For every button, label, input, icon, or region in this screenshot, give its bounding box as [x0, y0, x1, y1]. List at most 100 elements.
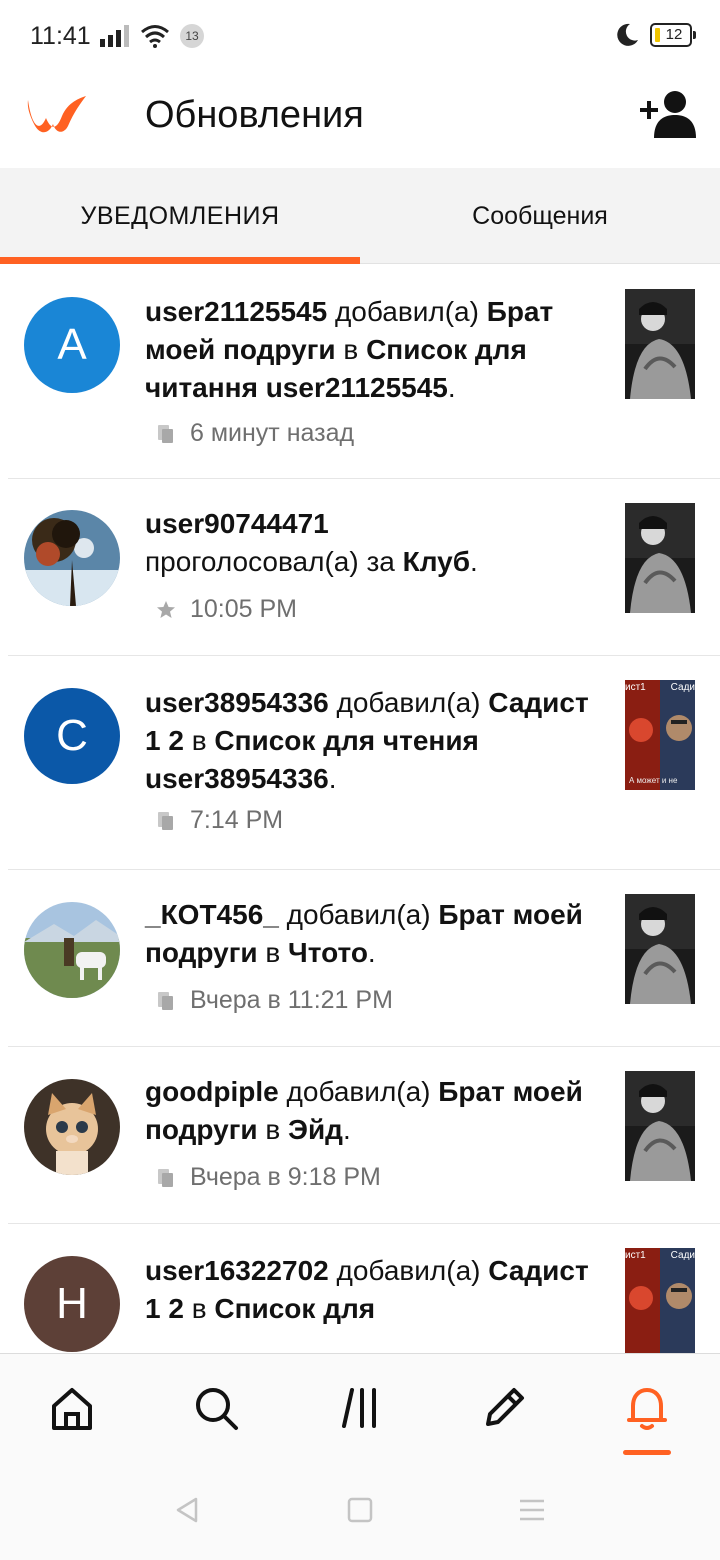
- timestamp: 7:14 PM: [190, 806, 284, 834]
- reading-list-name[interactable]: Список для: [214, 1293, 375, 1324]
- pencil-icon[interactable]: [480, 1384, 528, 1432]
- meta-row: 10:05 PM: [156, 595, 297, 624]
- meta-row: 6 минут назад: [156, 419, 354, 448]
- active-nav-indicator: [623, 1450, 671, 1455]
- story-cover[interactable]: [625, 503, 695, 613]
- back-icon[interactable]: [172, 1495, 202, 1525]
- recents-icon[interactable]: [517, 1495, 547, 1525]
- suffix: .: [328, 763, 337, 794]
- bell-icon[interactable]: [623, 1384, 671, 1432]
- username[interactable]: user38954336: [145, 687, 329, 718]
- meta-row: Вчера в 11:21 PM: [156, 986, 393, 1015]
- notification-text: user16322702 добавил(а) Садист 1 2 в Спи…: [145, 1252, 595, 1328]
- bottom-navigation: [0, 1353, 720, 1465]
- tab-notifications[interactable]: УВЕДОМЛЕНИЯ: [0, 168, 360, 264]
- reading-list-name[interactable]: Эйд: [288, 1114, 343, 1145]
- story-cover[interactable]: [625, 289, 695, 399]
- cover-image: [625, 680, 695, 790]
- action-text: проголосовал(а) за: [145, 546, 395, 577]
- action-text: добавил(а): [286, 899, 431, 930]
- star-icon: [157, 600, 175, 618]
- list-item[interactable]: A user21125545 добавил(а) Брат моей подр…: [8, 265, 720, 479]
- reading-list-name[interactable]: Чтото: [288, 937, 368, 968]
- notification-text: user21125545 добавил(а) Брат моей подруг…: [145, 293, 595, 407]
- home-icon[interactable]: [48, 1384, 96, 1432]
- notification-text: user90744471 проголосовал(а) за Клуб.: [145, 505, 595, 581]
- avatar[interactable]: A: [24, 297, 120, 393]
- story-cover[interactable]: [625, 1071, 695, 1181]
- username[interactable]: user21125545: [145, 296, 327, 327]
- signal-icon: [100, 25, 129, 47]
- cover-image: [625, 289, 695, 399]
- list-item[interactable]: _КОТ456_ добавил(а) Брат моей подруги в …: [8, 870, 720, 1047]
- home-square-icon[interactable]: [345, 1495, 375, 1525]
- wattpad-logo-icon[interactable]: [24, 88, 90, 138]
- battery-indicator: 12: [650, 23, 696, 47]
- avatar[interactable]: [24, 1079, 120, 1175]
- avatar[interactable]: [24, 510, 120, 606]
- in-word: в: [265, 1114, 281, 1145]
- tab-messages[interactable]: Сообщения: [360, 168, 720, 264]
- suffix: .: [367, 937, 376, 968]
- tab-bar: УВЕДОМЛЕНИЯ Сообщения: [0, 168, 720, 264]
- action-text: добавил(а): [336, 687, 481, 718]
- page-title: Обновления: [145, 94, 364, 136]
- meta-row: 7:14 PM: [156, 806, 283, 835]
- cover-image: [625, 1071, 695, 1181]
- action-text: добавил(а): [334, 296, 479, 327]
- reading-list-icon: [158, 811, 173, 830]
- library-icon[interactable]: [336, 1384, 384, 1432]
- reading-list-icon: [158, 424, 173, 443]
- username[interactable]: user16322702: [145, 1255, 329, 1286]
- cover-image: [625, 1248, 695, 1353]
- in-word: в: [191, 725, 207, 756]
- username[interactable]: user90744471: [145, 508, 329, 539]
- username[interactable]: _КОТ456_: [145, 899, 279, 930]
- moon-icon: [617, 23, 638, 46]
- list-item[interactable]: H user16322702 добавил(а) Садист 1 2 в С…: [8, 1224, 720, 1353]
- in-word: в: [265, 937, 281, 968]
- list-item[interactable]: user90744471 проголосовал(а) за Клуб. 10…: [8, 479, 720, 656]
- timestamp: Вчера в 11:21 PM: [190, 986, 393, 1014]
- username[interactable]: goodpiple: [145, 1076, 279, 1107]
- reading-list-icon: [158, 991, 173, 1010]
- timestamp: Вчера в 9:18 PM: [190, 1163, 381, 1191]
- notification-text: _КОТ456_ добавил(а) Брат моей подруги в …: [145, 896, 595, 972]
- list-item[interactable]: goodpiple добавил(а) Брат моей подруги в…: [8, 1047, 720, 1224]
- avatar-landscape-image: [24, 902, 120, 998]
- wifi-icon: [141, 25, 169, 48]
- list-item[interactable]: C user38954336 добавил(а) Садист 1 2 в С…: [8, 656, 720, 870]
- add-user-icon[interactable]: [640, 88, 698, 138]
- avatar-tree-image: [24, 510, 120, 606]
- suffix: .: [342, 1114, 351, 1145]
- cover-text-right: Сади: [670, 1250, 695, 1261]
- cover-text-left: ист1: [625, 682, 646, 693]
- cover-image: [625, 503, 695, 613]
- story-cover[interactable]: ист1 Сади А может и не: [625, 680, 695, 790]
- reading-list-icon: [158, 1168, 173, 1187]
- meta-row: Вчера в 9:18 PM: [156, 1163, 381, 1192]
- status-time: 11:41: [30, 22, 91, 50]
- status-bar: 11:41 13 12: [0, 0, 720, 72]
- timestamp: 10:05 PM: [190, 595, 298, 623]
- timestamp: 6 минут назад: [190, 419, 355, 447]
- search-icon[interactable]: [192, 1384, 240, 1432]
- avatar[interactable]: [24, 902, 120, 998]
- system-navigation: [0, 1465, 720, 1560]
- cover-text-right: Сади: [670, 682, 695, 693]
- notification-count-badge: 13: [180, 24, 204, 48]
- cover-text-left: ист1: [625, 1250, 646, 1261]
- in-word: в: [191, 1293, 207, 1324]
- action-text: добавил(а): [336, 1255, 481, 1286]
- avatar[interactable]: C: [24, 688, 120, 784]
- suffix: .: [470, 546, 478, 577]
- cover-image: [625, 894, 695, 1004]
- suffix: .: [447, 372, 456, 403]
- story-cover[interactable]: [625, 894, 695, 1004]
- notification-text: user38954336 добавил(а) Садист 1 2 в Спи…: [145, 684, 595, 798]
- avatar-kitten-image: [24, 1079, 120, 1175]
- story-title[interactable]: Клуб: [403, 546, 470, 577]
- cover-caption: А может и не: [629, 776, 678, 785]
- story-cover[interactable]: ист1 Сади: [625, 1248, 695, 1353]
- avatar[interactable]: H: [24, 1256, 120, 1352]
